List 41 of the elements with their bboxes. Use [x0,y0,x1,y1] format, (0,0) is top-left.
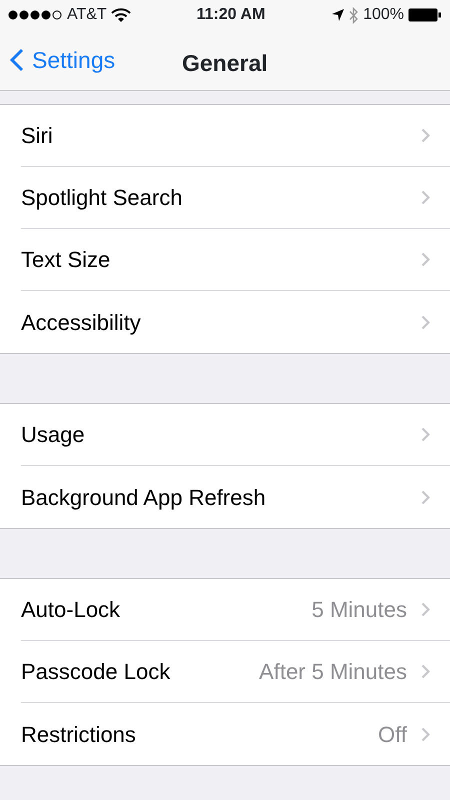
screen-title: General [182,49,268,78]
clock-time: 11:20 AM [196,5,266,25]
settings-row[interactable]: Background App Refresh [0,466,450,528]
settings-row[interactable]: Auto-Lock 5 Minutes [0,579,450,641]
chevron-icon [421,427,430,442]
settings-row[interactable]: Usage [0,404,450,466]
battery-icon [408,8,442,22]
settings-row[interactable]: Restrictions Off [0,703,450,765]
row-value: 5 Minutes [312,596,407,624]
settings-row[interactable]: Accessibility [0,291,450,353]
row-label: Usage [21,421,86,449]
wifi-icon [110,8,131,22]
row-label: Spotlight Search [21,184,184,212]
settings-row[interactable]: Passcode Lock After 5 Minutes [0,641,450,703]
row-label: Siri [21,122,54,150]
settings-row[interactable]: Siri [0,105,450,167]
bluetooth-icon [349,6,360,24]
chevron-icon [421,602,430,617]
back-chevron-icon [10,48,24,72]
chevron-icon [421,190,430,205]
carrier-name: AT&T [67,5,107,25]
row-value: After 5 Minutes [259,658,407,686]
row-label: Auto-Lock [21,596,122,624]
row-label: Accessibility [21,308,142,337]
row-label: Restrictions [21,720,137,748]
row-label: Background App Refresh [21,484,267,512]
row-value: Off [378,720,407,748]
settings-row[interactable]: Spotlight Search [0,167,450,229]
chevron-icon [421,490,430,504]
back-button[interactable]: Settings [0,42,116,78]
battery-percent: 100% [363,5,404,25]
chevron-icon [421,314,430,330]
signal-icon [8,9,63,21]
chevron-icon [421,252,430,267]
chevron-icon [421,726,430,742]
chevron-icon [421,664,430,679]
chevron-icon [421,128,430,143]
settings-row[interactable]: Text Size [0,229,450,291]
location-arrow-icon [331,8,346,22]
row-label: Text Size [21,246,112,274]
row-label: Passcode Lock [21,658,172,686]
